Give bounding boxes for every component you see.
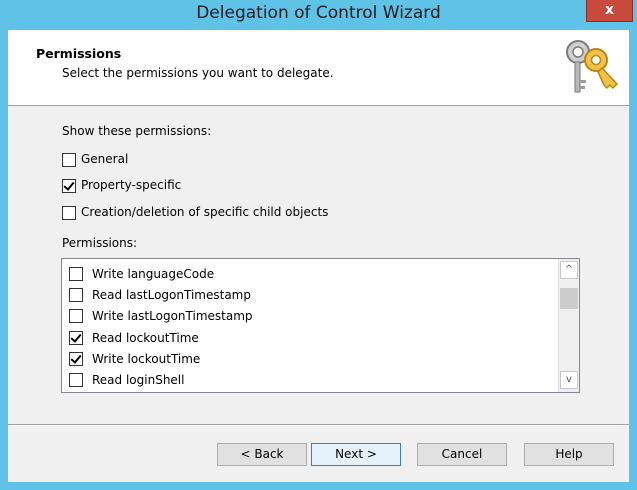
window-title: Delegation of Control Wizard [196, 3, 441, 23]
property-specific-checkbox[interactable] [62, 179, 76, 193]
chevron-down-icon[interactable]: v [560, 371, 578, 389]
wizard-window: Permissions Select the permissions you w… [8, 30, 629, 482]
permission-label: Write lastLogonTimestamp [92, 309, 253, 323]
permission-checkbox[interactable] [69, 288, 83, 302]
cancel-button[interactable]: Cancel [417, 443, 507, 466]
page-title: Permissions [36, 46, 122, 61]
close-button[interactable]: x [586, 0, 633, 22]
list-scrollbar[interactable]: ^ v [558, 259, 579, 392]
property-specific-checkbox-label[interactable]: Property-specific [81, 178, 181, 192]
page-subtitle: Select the permissions you want to deleg… [62, 66, 334, 80]
permission-label: Write lockoutTime [92, 352, 201, 366]
next-button[interactable]: Next > [311, 443, 401, 466]
list-item[interactable]: Write lockoutTime [62, 349, 557, 370]
permission-label: Read loginShell [92, 373, 185, 387]
creation-deletion-checkbox-label[interactable]: Creation/deletion of specific child obje… [81, 205, 328, 219]
list-item[interactable]: Read loginShell [62, 370, 557, 391]
footer-divider [8, 424, 629, 425]
show-permissions-label: Show these permissions: [62, 124, 212, 138]
chevron-up-icon[interactable]: ^ [560, 261, 578, 279]
permission-checkbox[interactable] [69, 267, 83, 281]
general-checkbox-label[interactable]: General [81, 152, 128, 166]
title-bar: Delegation of Control Wizard x [0, 0, 637, 30]
wizard-body: Show these permissions: General Property… [8, 106, 629, 424]
permission-checkbox[interactable] [69, 331, 83, 345]
list-item[interactable]: Read lockoutTime [62, 328, 557, 349]
list-item[interactable]: Read lastLogonTimestamp [62, 285, 557, 306]
permission-label: Read lockoutTime [92, 331, 199, 345]
permissions-list[interactable]: Write languageCode Read lastLogonTimesta… [61, 258, 580, 393]
permission-checkbox[interactable] [69, 309, 83, 323]
scroll-thumb[interactable] [560, 288, 578, 309]
keys-icon [566, 40, 619, 93]
permission-checkbox[interactable] [69, 373, 83, 387]
back-button[interactable]: < Back [217, 443, 307, 466]
creation-deletion-checkbox[interactable] [62, 206, 76, 220]
help-button[interactable]: Help [524, 443, 614, 466]
general-checkbox[interactable] [62, 153, 76, 167]
wizard-header: Permissions Select the permissions you w… [8, 30, 629, 106]
list-item[interactable]: Write lastLogonTimestamp [62, 306, 557, 327]
list-item[interactable]: Write languageCode [62, 264, 557, 285]
permission-label: Write languageCode [92, 267, 215, 281]
permission-label: Read lastLogonTimestamp [92, 288, 251, 302]
permission-checkbox[interactable] [69, 352, 83, 366]
permissions-label: Permissions: [62, 236, 138, 250]
